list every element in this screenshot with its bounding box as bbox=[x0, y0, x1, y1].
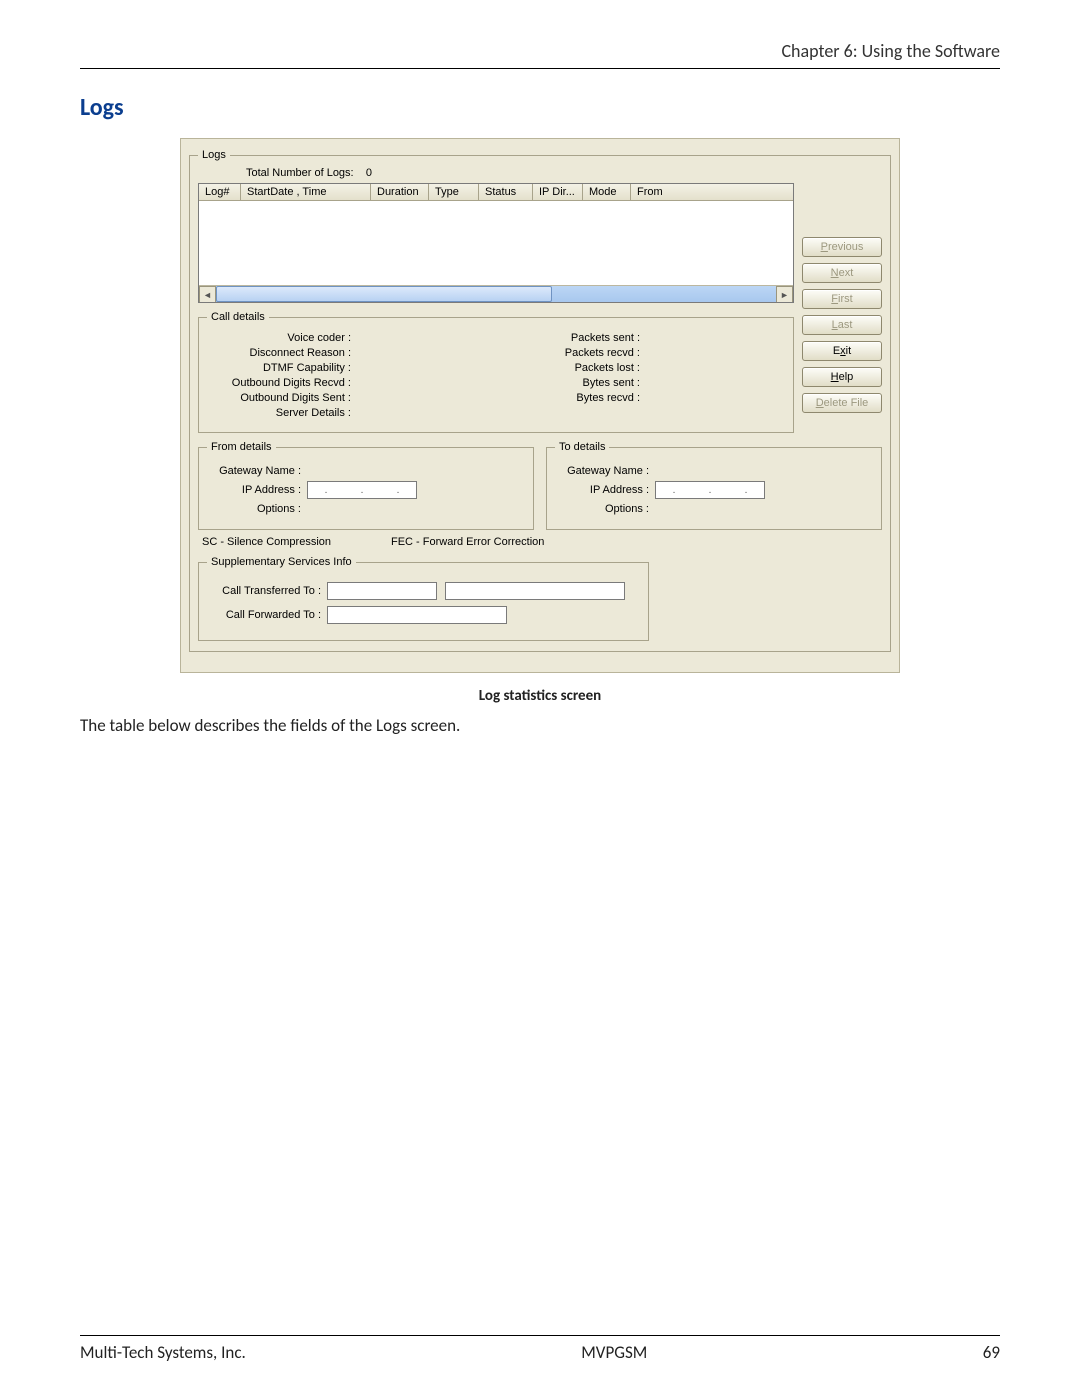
col-duration[interactable]: Duration bbox=[371, 184, 429, 200]
disconnect-reason-label: Disconnect Reason : bbox=[207, 347, 357, 359]
to-details-legend: To details bbox=[555, 441, 609, 453]
logs-legend: Logs bbox=[198, 149, 230, 161]
delete-file-button[interactable]: Delete File bbox=[802, 393, 882, 413]
log-table-header: Log# StartDate , Time Duration Type Stat… bbox=[199, 184, 793, 201]
scroll-track[interactable] bbox=[216, 286, 776, 302]
supplementary-legend: Supplementary Services Info bbox=[207, 556, 356, 568]
col-status[interactable]: Status bbox=[479, 184, 533, 200]
call-details-fieldset: Call details Voice coder : Disconnect Re… bbox=[198, 311, 794, 433]
from-gateway-label: Gateway Name : bbox=[207, 465, 307, 477]
outbound-sent-label: Outbound Digits Sent : bbox=[207, 392, 357, 404]
scroll-thumb[interactable] bbox=[216, 286, 552, 302]
col-from[interactable]: From bbox=[631, 184, 793, 200]
total-logs-line: Total Number of Logs: 0 bbox=[246, 167, 794, 179]
col-startdate[interactable]: StartDate , Time bbox=[241, 184, 371, 200]
voice-coder-label: Voice coder : bbox=[207, 332, 357, 344]
from-details-legend: From details bbox=[207, 441, 276, 453]
last-button[interactable]: Last bbox=[802, 315, 882, 335]
scroll-right-icon[interactable]: ► bbox=[776, 286, 793, 303]
server-details-label: Server Details : bbox=[207, 407, 357, 419]
chapter-header: Chapter 6: Using the Software bbox=[80, 40, 1000, 62]
col-lognum[interactable]: Log# bbox=[199, 184, 241, 200]
from-options-label: Options : bbox=[207, 503, 307, 515]
logs-fieldset: Logs Total Number of Logs: 0 Log# StartD… bbox=[189, 149, 891, 652]
first-button[interactable]: First bbox=[802, 289, 882, 309]
sc-legend-text: SC - Silence Compression bbox=[202, 536, 331, 548]
call-details-legend: Call details bbox=[207, 311, 269, 323]
footer-right: 69 bbox=[983, 1342, 1000, 1363]
exit-button[interactable]: Exit bbox=[802, 341, 882, 361]
screenshot-panel: Logs Total Number of Logs: 0 Log# StartD… bbox=[180, 138, 900, 673]
call-transferred-input-2[interactable] bbox=[445, 582, 625, 600]
page-footer: Multi-Tech Systems, Inc. MVPGSM 69 bbox=[80, 1335, 1000, 1363]
figure-caption: Log statistics screen bbox=[80, 687, 1000, 705]
packets-recvd-label: Packets recvd : bbox=[496, 347, 646, 359]
from-ip-label: IP Address : bbox=[207, 484, 307, 496]
scroll-left-icon[interactable]: ◄ bbox=[199, 286, 216, 303]
horizontal-scrollbar[interactable]: ◄ ► bbox=[199, 285, 793, 302]
from-ip-input[interactable]: ... bbox=[307, 481, 417, 499]
log-table[interactable]: Log# StartDate , Time Duration Type Stat… bbox=[198, 183, 794, 303]
next-button[interactable]: Next bbox=[802, 263, 882, 283]
call-forwarded-input[interactable] bbox=[327, 606, 507, 624]
to-details-fieldset: To details Gateway Name : IP Address : .… bbox=[546, 441, 882, 530]
footer-center: MVPGSM bbox=[581, 1342, 647, 1363]
help-button[interactable]: Help bbox=[802, 367, 882, 387]
packets-lost-label: Packets lost : bbox=[496, 362, 646, 374]
fec-legend-text: FEC - Forward Error Correction bbox=[391, 536, 544, 548]
to-gateway-label: Gateway Name : bbox=[555, 465, 655, 477]
supplementary-fieldset: Supplementary Services Info Call Transfe… bbox=[198, 556, 649, 641]
col-mode[interactable]: Mode bbox=[583, 184, 631, 200]
bytes-recvd-label: Bytes recvd : bbox=[496, 392, 646, 404]
total-logs-label: Total Number of Logs: bbox=[246, 167, 354, 179]
col-type[interactable]: Type bbox=[429, 184, 479, 200]
from-details-fieldset: From details Gateway Name : IP Address :… bbox=[198, 441, 534, 530]
side-button-bar: Previous Next First Last Exit Help Delet… bbox=[802, 167, 882, 441]
footer-left: Multi-Tech Systems, Inc. bbox=[80, 1342, 246, 1363]
packets-sent-label: Packets sent : bbox=[496, 332, 646, 344]
outbound-recvd-label: Outbound Digits Recvd : bbox=[207, 377, 357, 389]
col-ipdir[interactable]: IP Dir... bbox=[533, 184, 583, 200]
section-title: Logs bbox=[80, 93, 1000, 122]
previous-button[interactable]: Previous bbox=[802, 237, 882, 257]
call-forwarded-label: Call Forwarded To : bbox=[207, 609, 327, 621]
total-logs-value: 0 bbox=[366, 167, 372, 179]
to-ip-label: IP Address : bbox=[555, 484, 655, 496]
to-ip-input[interactable]: ... bbox=[655, 481, 765, 499]
header-rule bbox=[80, 68, 1000, 69]
call-transferred-label: Call Transferred To : bbox=[207, 585, 327, 597]
intro-paragraph: The table below describes the fields of … bbox=[80, 715, 1000, 736]
dtmf-capability-label: DTMF Capability : bbox=[207, 362, 357, 374]
to-options-label: Options : bbox=[555, 503, 655, 515]
bytes-sent-label: Bytes sent : bbox=[496, 377, 646, 389]
call-transferred-input-1[interactable] bbox=[327, 582, 437, 600]
